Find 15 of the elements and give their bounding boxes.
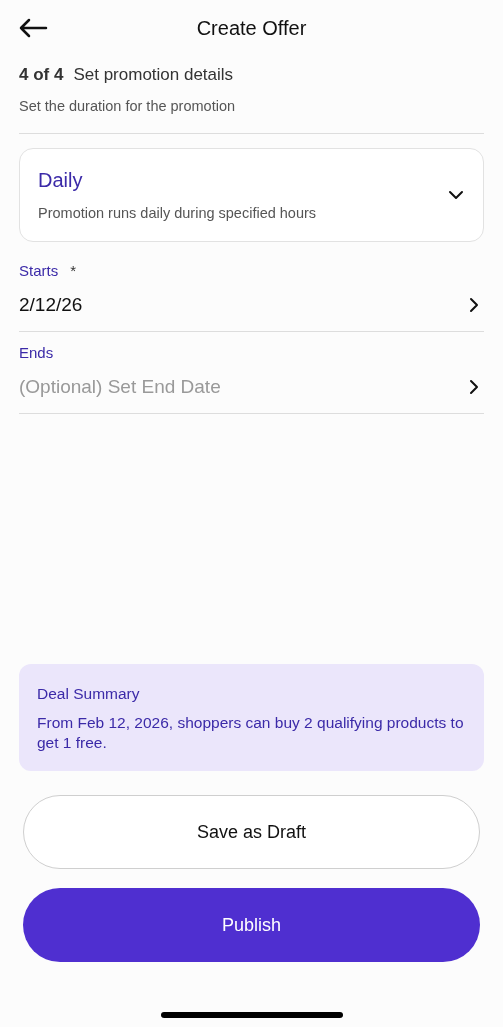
step-counter: 4 of 4 <box>19 64 64 86</box>
step-subtitle: Set the duration for the promotion <box>19 96 237 116</box>
frequency-dropdown[interactable]: Daily Promotion runs daily during specified hours <box>19 148 484 242</box>
chevron-right-icon <box>468 378 480 395</box>
chevron-down-icon <box>447 189 465 202</box>
summary-text: From Feb 12, 2026, shoppers can buy 2 qualifying products to get 1 free. <box>37 713 465 753</box>
back-arrow-icon <box>18 18 48 38</box>
date-field[interactable]: Starts * 2/12/26 <box>19 260 484 332</box>
screen-title: Create Offer <box>196 16 307 41</box>
save-draft-button[interactable]: Save as Draft <box>23 795 480 869</box>
date-field[interactable]: Ends (Optional) Set End Date <box>19 342 484 414</box>
summary-title: Deal Summary <box>37 683 141 704</box>
chevron-right-icon <box>468 296 480 313</box>
publish-button[interactable]: Publish <box>23 888 480 962</box>
step-title: Set promotion details <box>73 64 234 86</box>
